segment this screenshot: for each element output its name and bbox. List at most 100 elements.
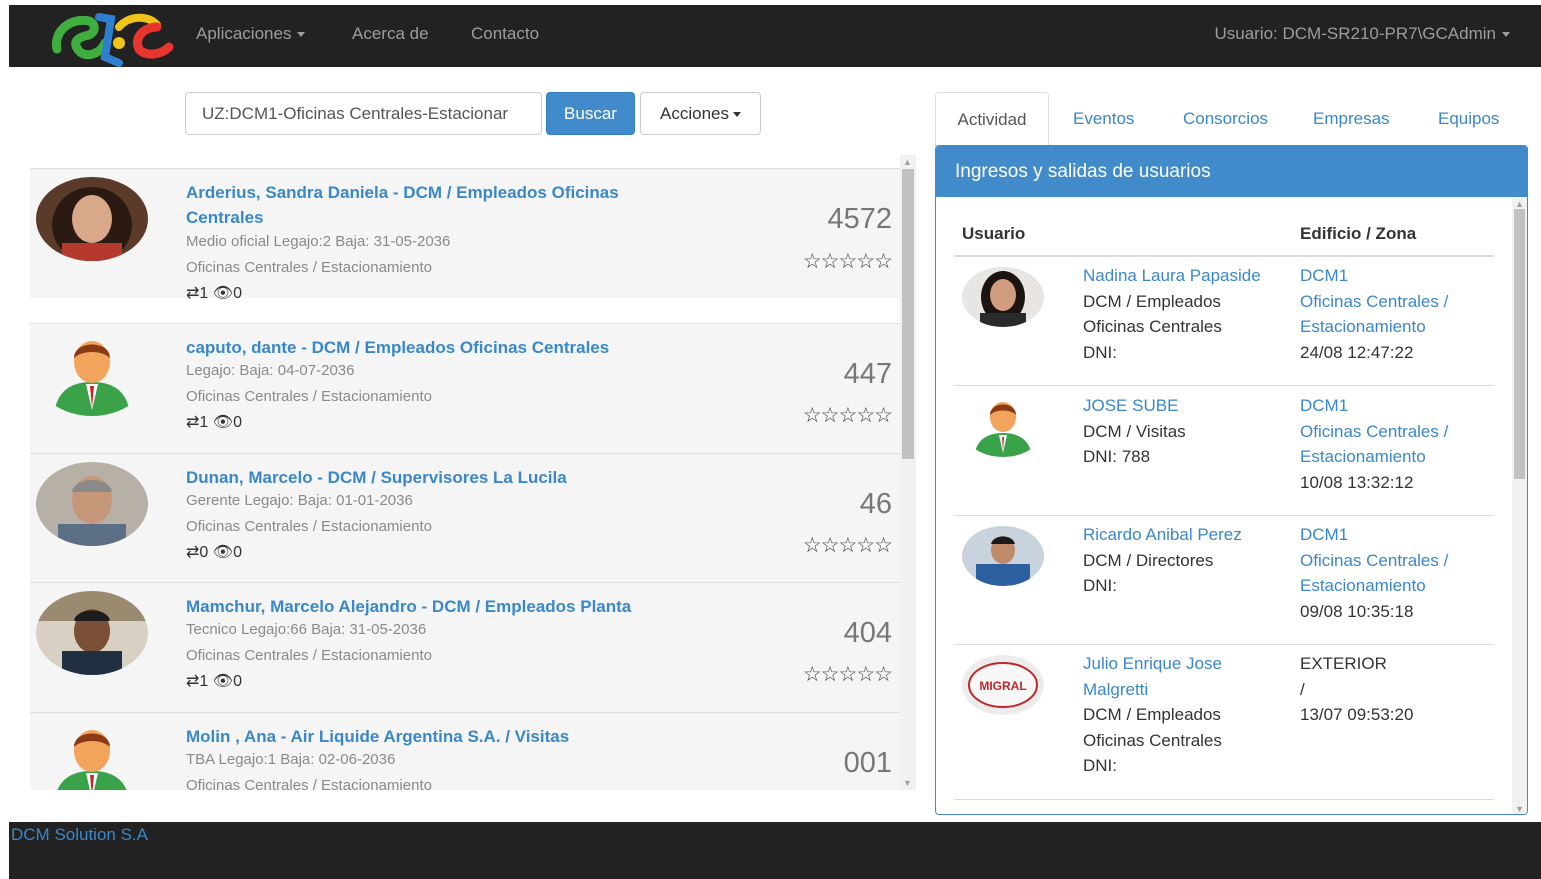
list-item[interactable]: Mamchur, Marcelo Alejandro - DCM / Emple… <box>30 582 900 712</box>
user-name-link[interactable]: Ricardo Anibal Perez <box>1083 522 1242 548</box>
star-rating[interactable]: ☆☆☆☆☆ <box>803 403 893 428</box>
zone-building-link[interactable]: DCM1 <box>1300 522 1348 548</box>
person-number: 001 <box>843 747 892 779</box>
zone-area-link[interactable]: Oficinas Centrales / <box>1300 548 1448 574</box>
zone-sub-link[interactable]: Estacionamiento <box>1300 444 1426 470</box>
user-menu-dropdown[interactable]: Usuario: DCM-SR210-PR7\GCAdmin <box>1214 24 1510 44</box>
person-name-link[interactable]: caputo, dante - DCM / Empleados Oficinas… <box>186 335 656 360</box>
redacted-mask <box>1121 345 1207 362</box>
person-info: Medio oficial Legajo:2 Baja: 31-05-2036 <box>186 233 451 250</box>
table-row[interactable]: MIGRAL Julio Enrique Jose Malgretti DCM … <box>954 645 1494 800</box>
zone-sub-link[interactable]: Estacionamiento <box>1300 314 1426 340</box>
people-list: Arderius, Sandra Daniela - DCM / Emplead… <box>30 168 900 790</box>
transfer-count: 1 <box>199 285 209 302</box>
default-user-icon <box>36 332 148 416</box>
list-scrollbar[interactable]: ▲ ▼ <box>900 155 916 790</box>
table-row[interactable]: Nadina Laura Papaside DCM / Empleados Of… <box>954 257 1494 386</box>
eye-icon: 👁 <box>212 544 234 561</box>
views-count: 0 <box>233 285 242 302</box>
list-item[interactable]: Arderius, Sandra Daniela - DCM / Emplead… <box>30 168 900 302</box>
avatar <box>962 397 1044 457</box>
zone-area-link[interactable]: Oficinas Centrales / <box>1300 419 1448 445</box>
person-stats: ⇄1 👁0 <box>186 412 242 432</box>
search-input[interactable]: UZ:DCM1-Oficinas Centrales-Estacionar <box>185 92 542 135</box>
user-group-detail: Oficinas Centrales <box>1083 730 1222 750</box>
eye-icon: 👁 <box>212 673 234 690</box>
column-header-zona: Edificio / Zona <box>1300 224 1417 243</box>
user-name-link-cont[interactable]: Malgretti <box>1083 677 1148 703</box>
person-name-link[interactable]: Mamchur, Marcelo Alejandro - DCM / Emple… <box>186 594 656 619</box>
person-stats: ⇄1 👁0 <box>186 671 242 691</box>
panel-scrollbar[interactable]: ▲ ▼ <box>1512 197 1527 814</box>
zone-building: EXTERIOR <box>1300 654 1387 673</box>
star-rating[interactable]: ☆☆☆☆☆ <box>803 249 893 274</box>
avatar <box>962 526 1044 586</box>
tab-eventos[interactable]: Eventos <box>1073 92 1134 146</box>
star-rating[interactable]: ☆☆☆☆☆ <box>803 662 893 687</box>
user-group-detail: Oficinas Centrales <box>1083 317 1222 337</box>
footer-company-link[interactable]: DCM Solution S.A <box>11 825 148 845</box>
star-rating[interactable]: ☆☆☆☆☆ <box>803 533 893 558</box>
scrollbar-thumb[interactable] <box>902 169 914 459</box>
list-item[interactable]: Molin , Ana - Air Liquide Argentina S.A.… <box>30 712 900 790</box>
person-stats: ⇄0 👁0 <box>186 542 242 562</box>
zone-sub-link[interactable]: Estacionamiento <box>1300 573 1426 599</box>
user-name-link[interactable]: Nadina Laura Papaside <box>1083 263 1261 289</box>
footer: DCM Solution S.A <box>9 822 1541 879</box>
zone-building-link[interactable]: DCM1 <box>1300 393 1348 419</box>
person-name-link[interactable]: Molin , Ana - Air Liquide Argentina S.A.… <box>186 724 656 749</box>
views-count: 0 <box>233 544 242 561</box>
tab-consorcios[interactable]: Consorcios <box>1183 92 1268 146</box>
table-row[interactable]: JOSE SUBE DCM / Visitas DNI: 788 DCM1 Of… <box>954 387 1494 516</box>
list-item[interactable]: caputo, dante - DCM / Empleados Oficinas… <box>30 323 900 453</box>
acciones-dropdown-button[interactable]: Acciones <box>640 92 761 135</box>
nav-aplicaciones-label: Aplicaciones <box>196 24 292 43</box>
caret-down-icon <box>297 32 306 38</box>
user-dni: DNI: <box>1083 340 1207 366</box>
navbar: Aplicaciones Acerca de Contacto Usuario:… <box>9 5 1541 67</box>
event-timestamp: 10/08 13:32:12 <box>1300 472 1414 492</box>
event-timestamp: 09/08 10:35:18 <box>1300 601 1414 621</box>
transfer-count: 0 <box>199 544 209 561</box>
photo-logo-avatar: MIGRAL <box>962 655 1044 715</box>
user-group: DCM / Empleados <box>1083 291 1221 311</box>
tab-equipos[interactable]: Equipos <box>1438 92 1499 146</box>
logo-text: MIGRAL <box>979 679 1026 693</box>
user-dni: DNI: <box>1083 756 1117 776</box>
scroll-up-icon[interactable]: ▲ <box>1515 199 1524 209</box>
person-number: 447 <box>843 358 892 390</box>
user-name-link[interactable]: JOSE SUBE <box>1083 393 1178 419</box>
default-user-icon <box>36 721 148 790</box>
person-name-link[interactable]: Arderius, Sandra Daniela - DCM / Emplead… <box>186 180 656 230</box>
photo-man-gray-avatar <box>36 462 148 546</box>
person-name-link[interactable]: Dunan, Marcelo - DCM / Supervisores La L… <box>186 465 656 490</box>
avatar <box>36 591 148 675</box>
zone-area-link[interactable]: Oficinas Centrales / <box>1300 289 1448 315</box>
nav-acerca-link[interactable]: Acerca de <box>352 24 429 44</box>
views-count: 0 <box>233 414 242 431</box>
user-group: DCM / Directores <box>1083 550 1214 570</box>
redacted-mask <box>1121 578 1207 595</box>
scroll-down-icon[interactable]: ▼ <box>1515 804 1524 814</box>
scroll-up-icon[interactable]: ▲ <box>903 157 912 167</box>
zone-building-link[interactable]: DCM1 <box>1300 263 1348 289</box>
transfer-count: 1 <box>199 673 209 690</box>
person-info: Tecnico Legajo:66 Baja: 31-05-2036 <box>186 621 427 638</box>
views-count: 0 <box>233 673 242 690</box>
scrollbar-thumb[interactable] <box>1514 209 1525 479</box>
column-header-usuario: Usuario <box>962 224 1026 243</box>
nav-contacto-link[interactable]: Contacto <box>471 24 539 44</box>
photo-woman-avatar <box>962 267 1044 327</box>
user-dni: DNI: 788 <box>1083 447 1151 467</box>
transfer-icon: ⇄ <box>186 414 200 431</box>
scroll-down-icon[interactable]: ▼ <box>903 778 912 788</box>
brand-logo[interactable] <box>49 7 177 67</box>
tab-empresas[interactable]: Empresas <box>1313 92 1390 146</box>
person-stats: ⇄1 👁0 <box>186 283 242 303</box>
user-name-link[interactable]: Julio Enrique Jose <box>1083 651 1222 677</box>
nav-aplicaciones-dropdown[interactable]: Aplicaciones <box>196 24 306 44</box>
table-row[interactable]: Ricardo Anibal Perez DCM / Directores DN… <box>954 516 1494 645</box>
buscar-button[interactable]: Buscar <box>546 92 635 135</box>
tab-actividad[interactable]: Actividad <box>935 92 1049 146</box>
list-item[interactable]: Dunan, Marcelo - DCM / Supervisores La L… <box>30 453 900 583</box>
